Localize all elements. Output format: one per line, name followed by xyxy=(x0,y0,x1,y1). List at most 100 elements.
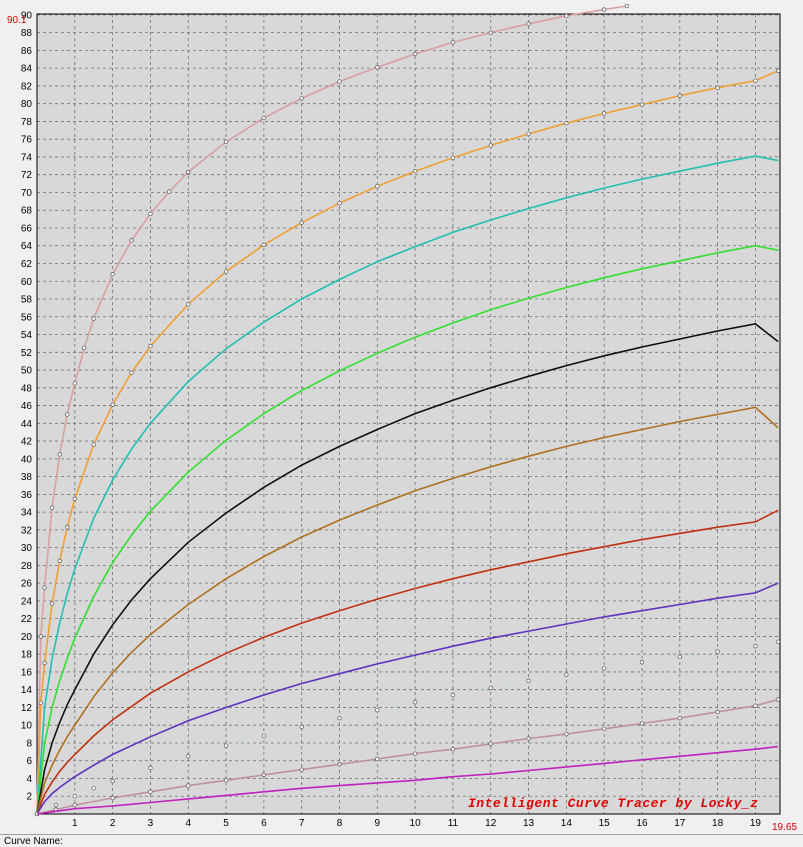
y-tick-label: 34 xyxy=(21,508,33,519)
x-tick-label: 9 xyxy=(375,818,381,829)
x-tick-label: 13 xyxy=(523,818,535,829)
series-point xyxy=(65,412,70,417)
watermark: Intelligent Curve Tracer by Locky_z xyxy=(468,796,759,811)
x-tick-label: 6 xyxy=(261,818,267,829)
x-tick-label: 17 xyxy=(674,818,686,829)
status-strip: Curve Name: xyxy=(0,834,803,847)
series-point xyxy=(49,505,55,510)
series-point xyxy=(110,402,115,407)
series-point xyxy=(639,660,645,665)
y-tick-label: 44 xyxy=(21,419,33,430)
series-point xyxy=(375,707,380,713)
y-tick-label: 66 xyxy=(21,223,33,234)
x-tick-label: 11 xyxy=(448,818,459,829)
series-point xyxy=(412,699,418,705)
series-point xyxy=(91,316,96,321)
y-tick-label: 4 xyxy=(26,774,32,785)
series-point xyxy=(129,370,134,375)
y-tick-label: 84 xyxy=(21,64,33,75)
y-tick-label: 6 xyxy=(26,756,32,767)
series-point xyxy=(375,65,380,70)
y-tick-label: 42 xyxy=(21,437,33,448)
series-point xyxy=(715,709,720,715)
series-point xyxy=(299,767,304,772)
series-point xyxy=(72,802,77,808)
y-tick-label: 32 xyxy=(21,525,33,536)
x-tick-label: 12 xyxy=(485,818,497,829)
series-point xyxy=(677,654,682,659)
series-point xyxy=(223,743,229,748)
series-point xyxy=(488,143,493,148)
series-point xyxy=(53,802,59,808)
y-tick-label: 54 xyxy=(21,330,33,341)
y-tick-label: 8 xyxy=(26,738,32,749)
series-point xyxy=(261,242,267,248)
series-point xyxy=(602,7,607,12)
series-point xyxy=(38,700,43,706)
x-tick-label: 4 xyxy=(185,818,191,829)
series-point xyxy=(412,51,418,57)
x-tick-label: 1 xyxy=(72,818,78,829)
series-point xyxy=(526,131,531,137)
y-tick-label: 74 xyxy=(21,152,33,163)
y-tick-label: 64 xyxy=(21,241,33,252)
x-tick-label: 18 xyxy=(712,818,724,829)
series-point xyxy=(602,666,607,671)
x-tick-label: 16 xyxy=(636,818,648,829)
series-point xyxy=(450,692,456,698)
series-point xyxy=(148,789,153,794)
series-point xyxy=(91,442,96,447)
x-tick-label: 2 xyxy=(110,818,116,829)
series-point xyxy=(715,85,720,90)
y-tick-label: 78 xyxy=(21,117,33,128)
series-point xyxy=(775,639,781,644)
series-point xyxy=(57,452,62,457)
series-point xyxy=(639,721,645,726)
series-point xyxy=(375,756,380,762)
series-point xyxy=(65,525,70,530)
y-tick-label: 52 xyxy=(21,348,33,359)
series-point xyxy=(167,189,172,194)
series-point xyxy=(715,649,720,654)
series-point xyxy=(375,184,380,189)
chart-svg: 1 2 3 4 5 6 7 8 9 10 11 12 13 14 15 16 17 18 1924681012141… xyxy=(0,0,803,834)
series-point xyxy=(526,736,531,741)
series-point xyxy=(38,634,43,639)
y-tick-label: 82 xyxy=(21,81,33,92)
series-point xyxy=(412,751,418,756)
y-tick-label: 88 xyxy=(21,28,33,39)
series-point xyxy=(337,79,342,84)
y-tick-label: 12 xyxy=(21,703,33,714)
series-point xyxy=(110,272,115,277)
x-tick-label: 15 xyxy=(599,818,611,829)
series-point xyxy=(564,121,569,126)
series-point xyxy=(186,754,191,759)
y-max-marker: 90.1 xyxy=(7,15,27,26)
y-tick-label: 72 xyxy=(21,170,33,181)
series-point xyxy=(337,715,342,721)
y-tick-label: 46 xyxy=(21,401,33,412)
x-tick-label: 14 xyxy=(561,818,573,829)
series-point xyxy=(57,558,62,564)
series-point xyxy=(450,155,456,160)
series-point xyxy=(624,3,630,9)
y-tick-label: 70 xyxy=(21,188,33,199)
series-point xyxy=(148,765,153,770)
series-point xyxy=(488,741,493,747)
x-tick-label: 7 xyxy=(299,818,305,829)
series-point xyxy=(42,585,47,590)
series-point xyxy=(223,139,229,145)
series-point xyxy=(450,40,456,45)
x-max-marker: 19.65 xyxy=(772,822,797,833)
y-tick-label: 40 xyxy=(21,454,33,465)
series-point xyxy=(337,200,342,206)
y-tick-label: 38 xyxy=(21,472,33,483)
x-tick-label: 8 xyxy=(337,818,343,829)
series-point xyxy=(42,660,47,666)
y-tick-label: 16 xyxy=(21,667,33,678)
x-tick-label: 5 xyxy=(223,818,229,829)
y-tick-label: 56 xyxy=(21,312,33,323)
y-tick-label: 14 xyxy=(21,685,33,696)
series-point xyxy=(110,795,115,801)
curve-plot: 1 2 3 4 5 6 7 8 9 10 11 12 13 14 15 16 17 18 19 2 4 6 8 10 12 14 1… xyxy=(0,0,803,834)
